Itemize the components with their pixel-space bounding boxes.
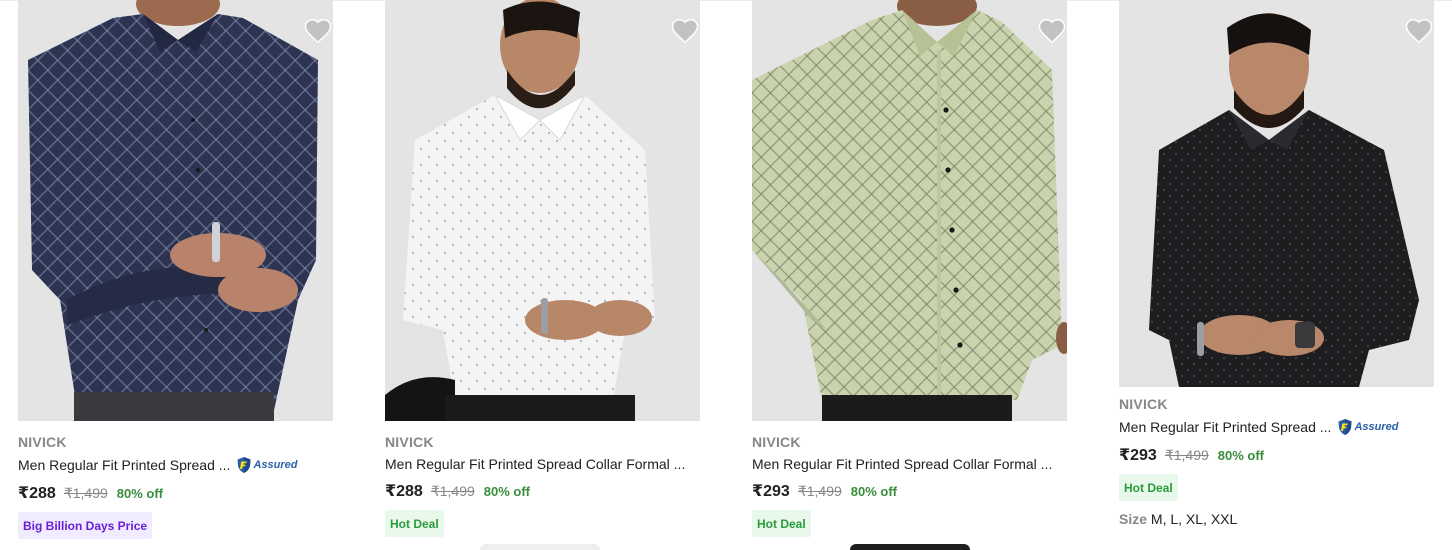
assured-badge: Assured	[236, 456, 297, 474]
offer-badge: Hot Deal	[752, 510, 811, 537]
assured-label: Assured	[1354, 421, 1399, 433]
product-card[interactable]: NIVICK Men Regular Fit Printed Spread Co…	[752, 0, 1068, 537]
discount-percent: 80% off	[850, 484, 898, 499]
product-title-text[interactable]: Men Regular Fit Printed Spread Collar Fo…	[752, 456, 1052, 472]
next-row-image-peek	[480, 544, 600, 550]
size-values: M, L, XL, XXL	[1150, 511, 1238, 527]
discount-percent: 80% off	[483, 484, 531, 499]
selling-price: ₹293	[1119, 447, 1157, 464]
product-photo	[752, 0, 1067, 421]
product-title-text[interactable]: Men Regular Fit Printed Spread ...	[18, 457, 230, 473]
discount-percent: 80% off	[116, 486, 164, 501]
product-image[interactable]	[1119, 0, 1434, 387]
product-card[interactable]: NIVICK Men Regular Fit Printed Spread ..…	[18, 0, 334, 539]
product-image[interactable]	[18, 0, 333, 421]
product-photo	[385, 0, 700, 421]
product-brand: NIVICK	[385, 434, 434, 450]
next-row-image-peek	[850, 544, 970, 550]
flipkart-assured-icon	[237, 457, 251, 473]
heart-icon[interactable]	[303, 16, 333, 46]
product-title[interactable]: Men Regular Fit Printed Spread Collar Fo…	[752, 456, 1068, 472]
flipkart-assured-icon	[1338, 419, 1352, 435]
size-label: Size	[1119, 511, 1148, 527]
assured-label: Assured	[253, 459, 298, 471]
product-title[interactable]: Men Regular Fit Printed Spread Collar Fo…	[385, 456, 701, 472]
original-price: ₹1,499	[430, 483, 475, 499]
offer-badge: Big Billion Days Price	[18, 512, 153, 539]
product-brand: NIVICK	[752, 434, 801, 450]
product-card[interactable]: NIVICK Men Regular Fit Printed Spread Co…	[385, 0, 701, 537]
product-title-text[interactable]: Men Regular Fit Printed Spread ...	[1119, 419, 1331, 435]
selling-price: ₹293	[752, 483, 790, 500]
original-price: ₹1,499	[797, 483, 842, 499]
product-image[interactable]	[385, 0, 700, 421]
product-image[interactable]	[752, 0, 1067, 421]
heart-icon[interactable]	[1404, 16, 1434, 46]
selling-price: ₹288	[18, 485, 56, 502]
selling-price: ₹288	[385, 483, 423, 500]
original-price: ₹1,499	[1164, 447, 1209, 463]
product-brand: NIVICK	[18, 434, 67, 450]
price-row: ₹293 ₹1,499 80% off	[752, 481, 1068, 501]
product-photo	[18, 0, 333, 421]
product-card[interactable]: NIVICK Men Regular Fit Printed Spread ..…	[1119, 0, 1435, 527]
heart-icon[interactable]	[670, 16, 700, 46]
offer-badge: Hot Deal	[1119, 474, 1178, 501]
price-row: ₹288 ₹1,499 80% off	[18, 483, 334, 503]
assured-badge: Assured	[1337, 418, 1398, 436]
product-photo	[1119, 0, 1434, 387]
original-price: ₹1,499	[63, 485, 108, 501]
product-title[interactable]: Men Regular Fit Printed Spread ... Assur…	[18, 456, 334, 474]
product-brand: NIVICK	[1119, 396, 1168, 412]
product-title-text[interactable]: Men Regular Fit Printed Spread Collar Fo…	[385, 456, 685, 472]
discount-percent: 80% off	[1217, 448, 1265, 463]
price-row: ₹293 ₹1,499 80% off	[1119, 445, 1435, 465]
offer-badge: Hot Deal	[385, 510, 444, 537]
size-options: Size M, L, XL, XXL	[1119, 511, 1435, 527]
product-title[interactable]: Men Regular Fit Printed Spread ... Assur…	[1119, 418, 1435, 436]
heart-icon[interactable]	[1037, 16, 1067, 46]
price-row: ₹288 ₹1,499 80% off	[385, 481, 701, 501]
